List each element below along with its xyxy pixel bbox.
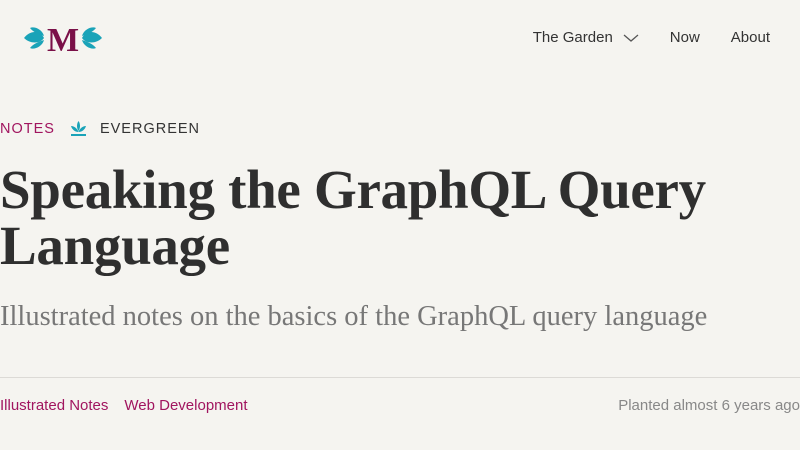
post-category-link[interactable]: NOTES [0, 121, 55, 137]
nav-item-now[interactable]: Now [670, 29, 700, 46]
page-title: Speaking the GraphQL Query Language [0, 159, 706, 276]
chevron-down-icon [623, 34, 639, 42]
post-meta-row: NOTES EVERGREEN [0, 120, 200, 137]
nav-item-label: About [730, 29, 770, 46]
evergreen-icon [70, 121, 86, 136]
tag-list: Illustrated Notes Web Development [0, 397, 264, 414]
tag-link[interactable]: Illustrated Notes [0, 397, 108, 414]
nav-item-the-garden[interactable]: The Garden [533, 29, 639, 46]
main-nav: The Garden Now About [533, 29, 770, 46]
growth-stage-label: EVERGREEN [99, 120, 201, 137]
nav-item-label: The Garden [532, 29, 613, 46]
planted-date: Planted almost 6 years ago [618, 397, 800, 414]
nav-item-about[interactable]: About [731, 29, 770, 46]
site-logo[interactable]: M [20, 20, 106, 56]
logo-letter: M [47, 22, 79, 56]
tag-link[interactable]: Web Development [124, 397, 247, 414]
divider [0, 377, 800, 378]
page-subtitle: Illustrated notes on the basics of the G… [0, 301, 708, 332]
nav-item-label: Now [669, 29, 700, 46]
